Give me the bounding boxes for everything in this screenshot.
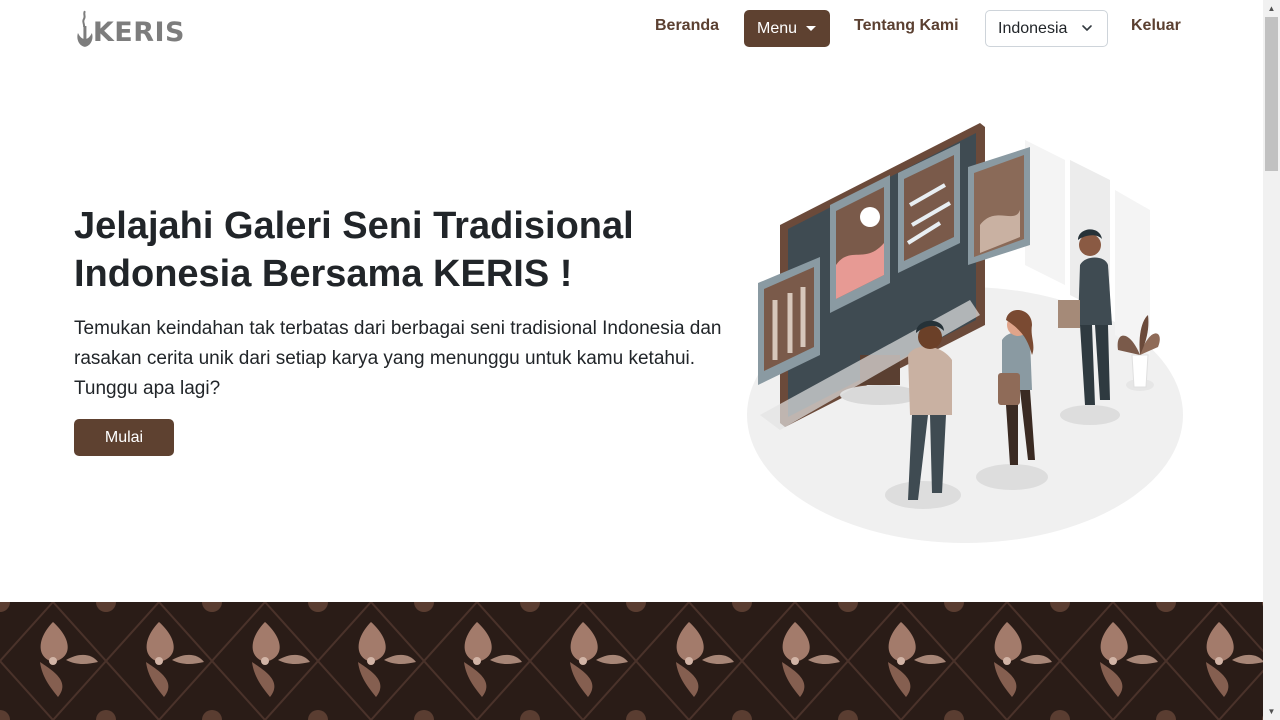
- menu-button-label: Menu: [757, 19, 798, 37]
- scrollbar-thumb[interactable]: [1265, 17, 1278, 171]
- chevron-down-icon: [1082, 25, 1092, 31]
- language-selected-value: Indonesia: [998, 19, 1068, 37]
- nav-logout-link[interactable]: Keluar: [1131, 17, 1181, 35]
- nav-home-link[interactable]: Beranda: [655, 17, 719, 35]
- page-scrollbar[interactable]: ▲ ▼: [1263, 0, 1280, 720]
- navbar: KERIS Beranda Menu Tentang Kami Indonesi…: [0, 0, 1263, 56]
- scroll-down-arrow-icon[interactable]: ▼: [1263, 703, 1280, 720]
- language-select[interactable]: Indonesia: [985, 10, 1108, 47]
- hero-title: Jelajahi Galeri Seni Tradisional Indones…: [74, 205, 634, 295]
- start-button[interactable]: Mulai: [74, 419, 174, 456]
- menu-dropdown-button[interactable]: Menu: [744, 10, 830, 47]
- batik-pattern-banner: [0, 602, 1263, 720]
- brand-name: KERIS: [92, 16, 185, 48]
- caret-down-icon: [806, 26, 817, 31]
- scroll-up-arrow-icon[interactable]: ▲: [1263, 0, 1280, 17]
- hero-description: Temukan keindahan tak terbatas dari berb…: [74, 318, 722, 399]
- nav-about-link[interactable]: Tentang Kami: [854, 17, 959, 35]
- brand-logo[interactable]: KERIS: [73, 8, 185, 50]
- gallery-illustration: [747, 123, 1183, 543]
